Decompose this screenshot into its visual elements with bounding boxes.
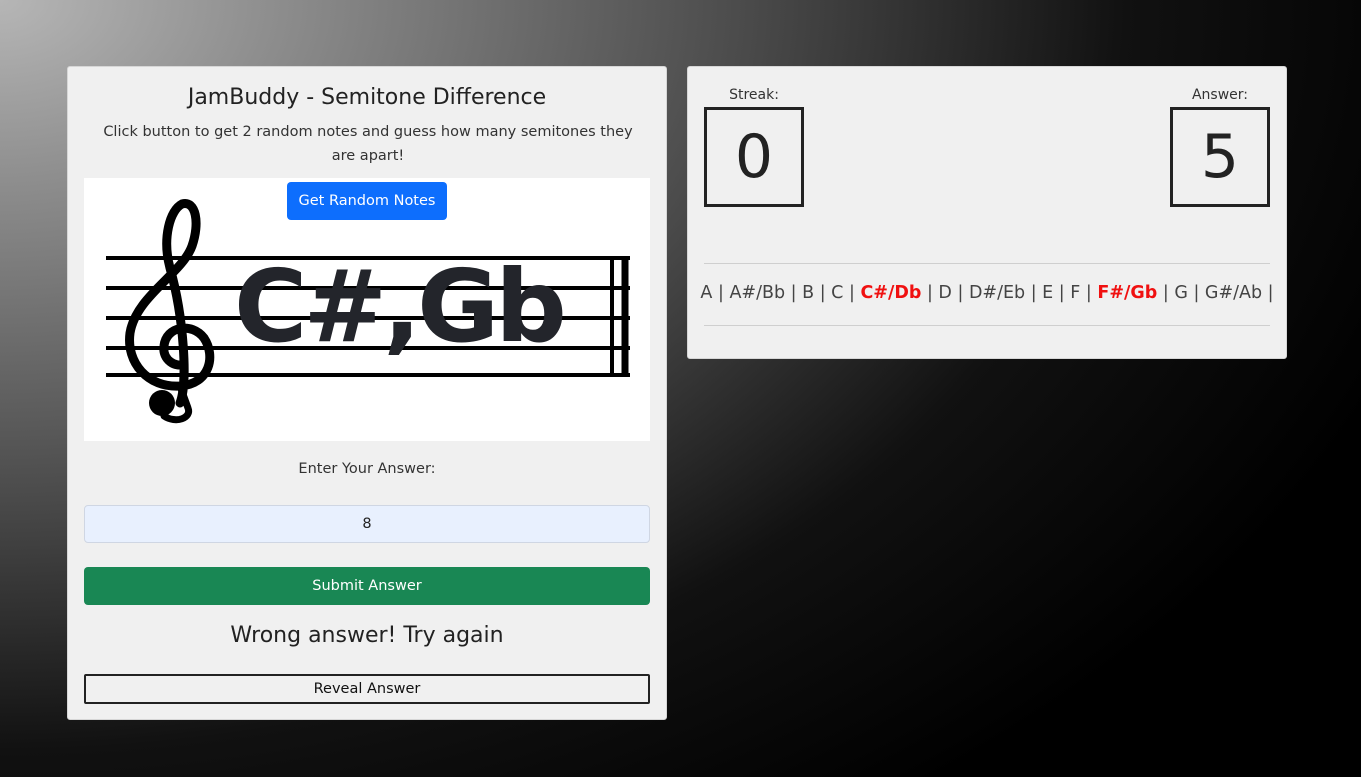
note-separator: | xyxy=(785,283,803,303)
get-random-notes-button[interactable]: Get Random Notes xyxy=(287,182,447,220)
note-separator: | xyxy=(1025,283,1043,303)
answer-label: Enter Your Answer: xyxy=(298,461,436,477)
submit-answer-button[interactable]: Submit Answer xyxy=(84,567,650,605)
note-separator: | xyxy=(814,283,832,303)
note-item: G#/Ab xyxy=(1204,283,1263,303)
divider-bottom xyxy=(704,325,1270,326)
note-separator: | xyxy=(1053,283,1071,303)
staff-display: Get Random Notes C#,Gb xyxy=(84,178,650,441)
note-item: C xyxy=(831,283,844,303)
note-item: C#/Db xyxy=(860,283,922,303)
note-item: A#/Bb xyxy=(729,283,786,303)
feedback-message: Wrong answer! Try again xyxy=(230,623,504,648)
note-list: A | A#/Bb | B | C | C#/Db | D | D#/Eb | … xyxy=(688,283,1286,303)
note-item: F#/Gb xyxy=(1097,283,1158,303)
note-separator: | xyxy=(843,283,861,303)
note-item: D xyxy=(938,283,952,303)
note-separator: | xyxy=(712,283,730,303)
quiz-card: JamBuddy - Semitone Difference Click but… xyxy=(67,66,667,720)
random-notes-display: C#,Gb xyxy=(234,248,567,365)
divider-top xyxy=(704,263,1270,264)
treble-clef-icon xyxy=(125,199,215,424)
streak-label: Streak: xyxy=(729,87,779,103)
page-title: JamBuddy - Semitone Difference xyxy=(187,85,547,110)
note-separator: | xyxy=(921,283,939,303)
note-separator: | xyxy=(1262,283,1274,303)
stats-card: Streak: 0 Answer: 5 A | A#/Bb | B | C | … xyxy=(687,66,1287,359)
note-separator: | xyxy=(1187,283,1205,303)
note-separator: | xyxy=(1157,283,1175,303)
answer-input[interactable] xyxy=(84,505,650,543)
note-item: E xyxy=(1042,283,1054,303)
note-item: B xyxy=(802,283,815,303)
reveal-answer-button[interactable]: Reveal Answer xyxy=(84,674,650,704)
note-separator: | xyxy=(951,283,969,303)
note-separator: | xyxy=(1080,283,1098,303)
note-item: D#/Eb xyxy=(968,283,1026,303)
note-item: A xyxy=(700,283,713,303)
answer-display-label: Answer: xyxy=(1191,87,1249,103)
note-item: F xyxy=(1070,283,1081,303)
instructions-text: Click button to get 2 random notes and g… xyxy=(103,124,633,164)
answer-display: 5 xyxy=(1170,107,1270,207)
streak-counter: 0 xyxy=(704,107,804,207)
note-item: G xyxy=(1174,283,1188,303)
